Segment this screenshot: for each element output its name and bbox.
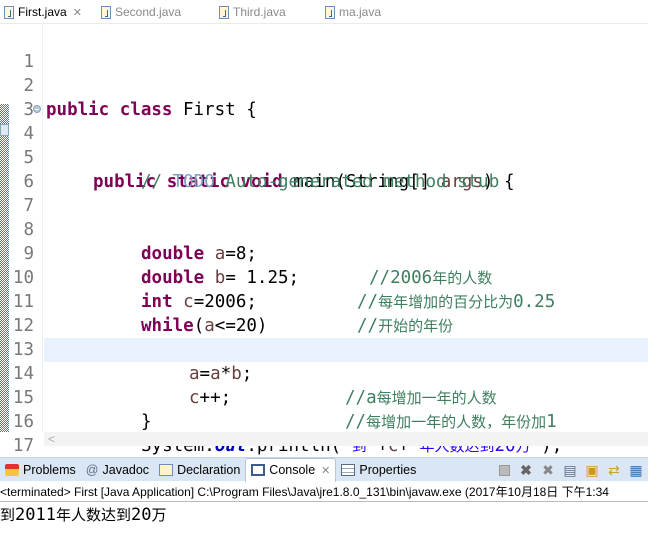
code-line-2: 2 public class First { [0, 50, 648, 120]
tab-third-java[interactable]: Third.java [219, 0, 286, 24]
tab-label: Console [269, 463, 316, 477]
code-line-14: 14 c++; //每增加一年的人数，年份加1 [0, 338, 648, 432]
code-line-6: 6 [0, 146, 648, 192]
tab-label: Javadoc [102, 462, 150, 477]
tab-javadoc[interactable]: @ Javadoc [81, 458, 154, 482]
tab-label: Second.java [115, 5, 182, 19]
java-file-icon [4, 5, 14, 19]
code-line-10: 10 int c=2006; //开始的年份 [0, 242, 648, 336]
tab-console[interactable]: Console ✕ [245, 457, 337, 482]
code-line-9: 9 double b= 1.25; //每年增加的百分比为0.25 [0, 218, 648, 312]
bottom-panel-tabs: Problems @ Javadoc Declaration Console ✕… [0, 457, 648, 482]
output-text: 2011 [15, 505, 56, 525]
at-icon: @ [85, 462, 99, 477]
java-file-icon [325, 5, 335, 19]
clear-console-icon[interactable]: ▤ [562, 462, 578, 478]
tab-properties[interactable]: Properties [336, 458, 421, 482]
problems-icon [5, 463, 19, 476]
tab-label: Properties [359, 462, 417, 477]
code-line-3: 3 [0, 74, 648, 120]
tab-label: Problems [23, 462, 76, 477]
tab-label: Declaration [177, 462, 241, 477]
code-line-1: 1 [0, 26, 648, 72]
fold-collapse-icon[interactable] [33, 105, 41, 113]
word-wrap-icon[interactable]: ⇄ [606, 462, 622, 478]
scroll-lock-icon[interactable]: ▣ [584, 462, 600, 478]
code-line-15: 15 } [0, 362, 648, 432]
tab-problems[interactable]: Problems [0, 458, 81, 482]
output-text: 20 [130, 505, 152, 525]
tab-label: Third.java [233, 5, 286, 19]
tab-second-java[interactable]: Second.java [101, 0, 181, 24]
declaration-icon [159, 463, 174, 476]
code-line-16: 16 System.out.println("到"+c+"年人数达到20万"); [0, 386, 648, 456]
pin-console-icon[interactable]: ▦ [628, 462, 644, 478]
code-line-17: 17 } [0, 410, 648, 480]
properties-icon [341, 463, 356, 476]
output-text: 到 [0, 506, 16, 524]
code-editor[interactable]: 1 2 public class First { 3 4 public stat… [0, 24, 648, 480]
remove-all-terminated-icon[interactable]: ✖ [540, 462, 556, 478]
java-file-icon [219, 5, 229, 19]
code-line-11: 11 while(a<=20) //while的判断条件 [0, 266, 648, 360]
console-icon [251, 464, 266, 476]
code-line-12: 12 { [0, 290, 648, 360]
horizontal-scrollbar[interactable]: < [44, 432, 648, 446]
code-line-4: 4 public static void main(String[] args)… [0, 98, 648, 192]
console-status: <terminated> First [Java Application] C:… [0, 482, 648, 502]
output-text: 年人数达到 [55, 506, 131, 524]
code-line-7: 7 [0, 170, 648, 216]
java-file-icon [101, 5, 111, 19]
tab-ma-java[interactable]: ma.java [325, 0, 381, 24]
code-line-5: 5 // TODO Auto-generated method stub [0, 122, 648, 192]
console-output[interactable]: 到2011年人数达到20万 [0, 503, 166, 527]
terminate-icon[interactable] [496, 462, 512, 478]
editor-tab-bar: First.java ✕ Second.java Third.java ma.j… [0, 0, 648, 24]
line-number: 17 [12, 436, 34, 456]
code-line-8: 8 double a=8; //2006年的人数 [0, 194, 648, 288]
close-icon[interactable]: ✕ [73, 6, 82, 19]
console-toolbar: ✖ ✖ ▤ ▣ ⇄ ▦ [496, 458, 648, 482]
tab-label: ma.java [339, 5, 382, 19]
tab-declaration[interactable]: Declaration [154, 458, 245, 482]
code-line-13: 13 a=a*b; //a每增加一年的人数 [0, 314, 648, 408]
tab-label: First.java [18, 5, 67, 19]
output-text: 万 [151, 506, 167, 524]
close-icon[interactable]: ✕ [321, 464, 330, 477]
scroll-left-icon[interactable]: < [48, 432, 55, 446]
tab-first-java[interactable]: First.java ✕ [4, 0, 82, 24]
remove-launch-icon[interactable]: ✖ [518, 462, 534, 478]
